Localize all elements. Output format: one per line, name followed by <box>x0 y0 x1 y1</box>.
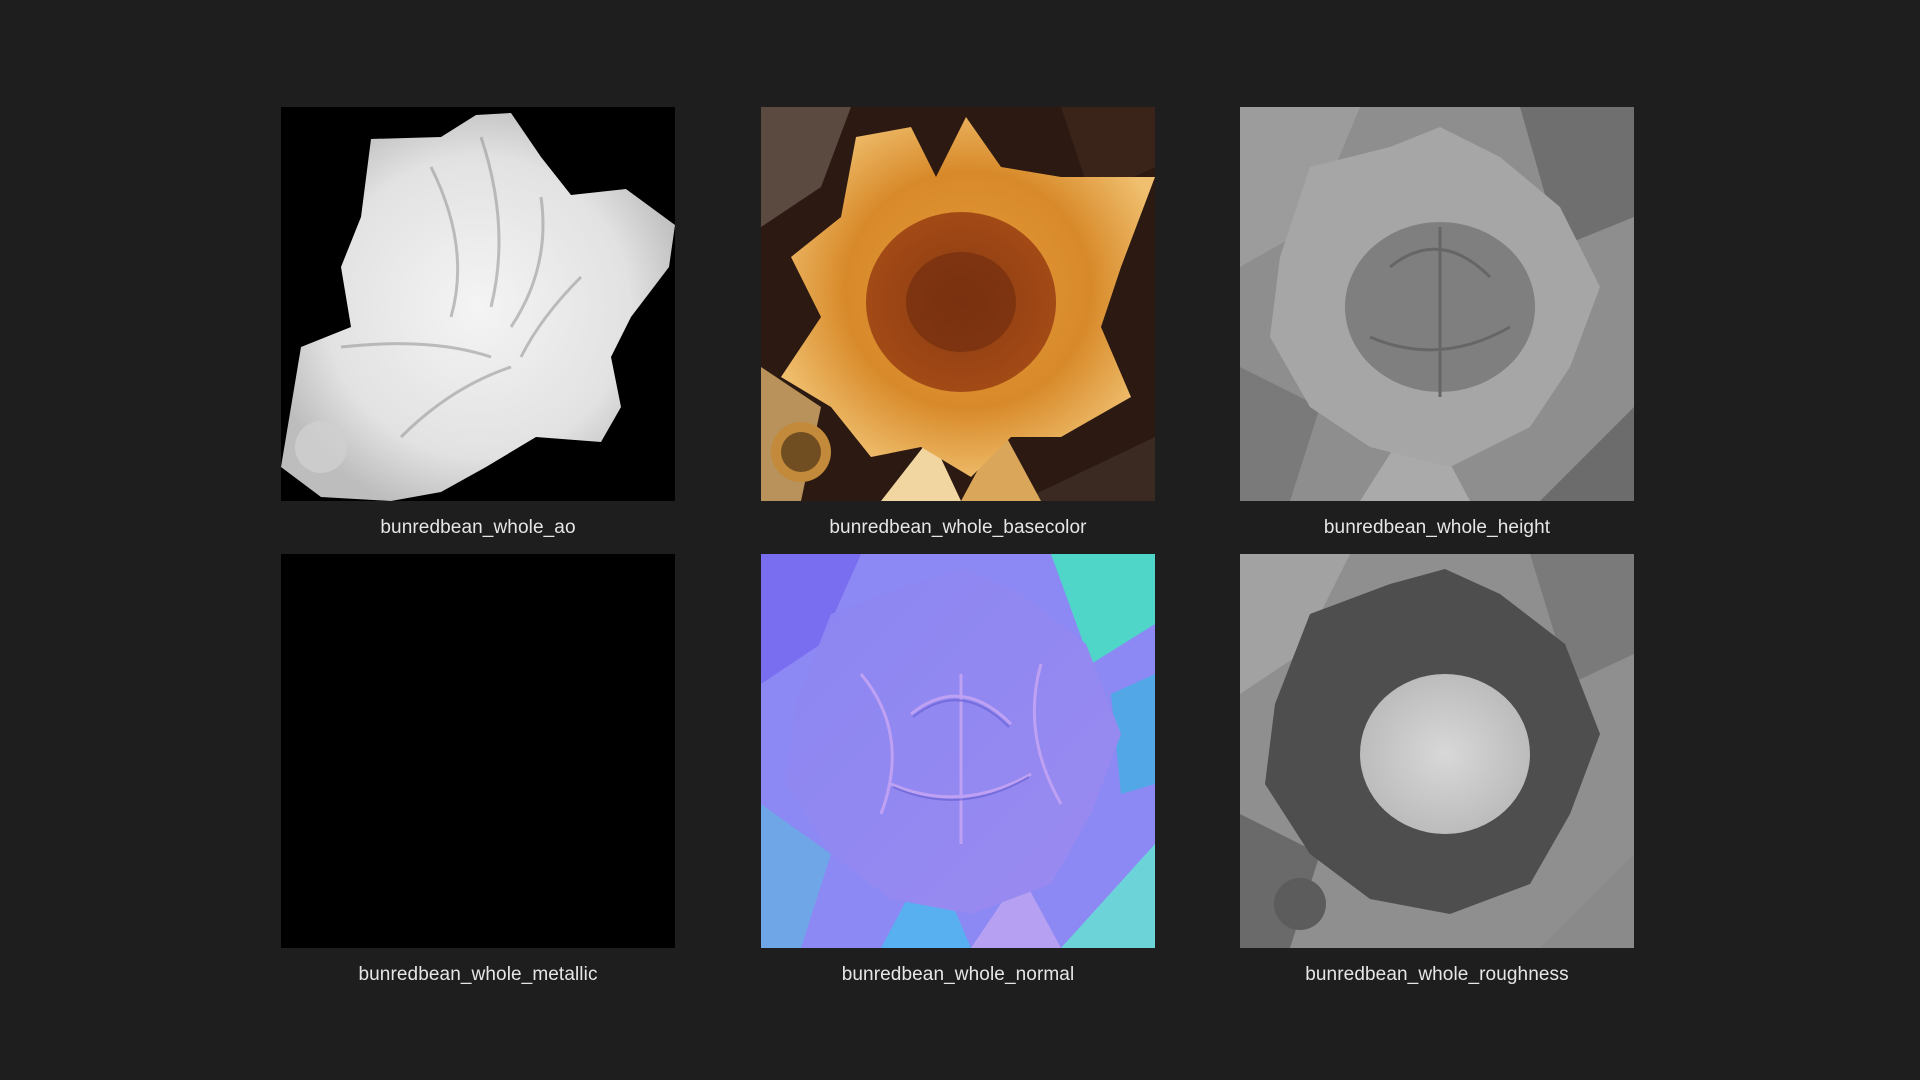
thumbnail-item[interactable]: bunredbean_whole_ao <box>281 107 675 538</box>
thumbnail-grid: bunredbean_whole_ao bunredbean_whole_bas… <box>0 0 1920 1080</box>
thumbnail-item[interactable]: bunredbean_whole_basecolor <box>761 107 1155 538</box>
height-map-thumbnail[interactable] <box>1240 107 1634 501</box>
thumbnail-item[interactable]: bunredbean_whole_normal <box>761 554 1155 985</box>
basecolor-map-thumbnail[interactable] <box>761 107 1155 501</box>
roughness-map-thumbnail[interactable] <box>1240 554 1634 948</box>
metallic-map-thumbnail[interactable] <box>281 554 675 948</box>
thumbnail-item[interactable]: bunredbean_whole_roughness <box>1240 554 1634 985</box>
thumbnail-label: bunredbean_whole_metallic <box>358 964 598 985</box>
normal-map-thumbnail[interactable] <box>761 554 1155 948</box>
thumbnail-item[interactable]: bunredbean_whole_height <box>1240 107 1634 538</box>
thumbnail-label: bunredbean_whole_roughness <box>1305 964 1569 985</box>
thumbnail-label: bunredbean_whole_basecolor <box>829 517 1087 538</box>
thumbnail-label: bunredbean_whole_ao <box>380 517 576 538</box>
ao-map-thumbnail[interactable] <box>281 107 675 501</box>
thumbnail-item[interactable]: bunredbean_whole_metallic <box>281 554 675 985</box>
thumbnail-label: bunredbean_whole_normal <box>841 964 1075 985</box>
thumbnail-label: bunredbean_whole_height <box>1323 517 1551 538</box>
